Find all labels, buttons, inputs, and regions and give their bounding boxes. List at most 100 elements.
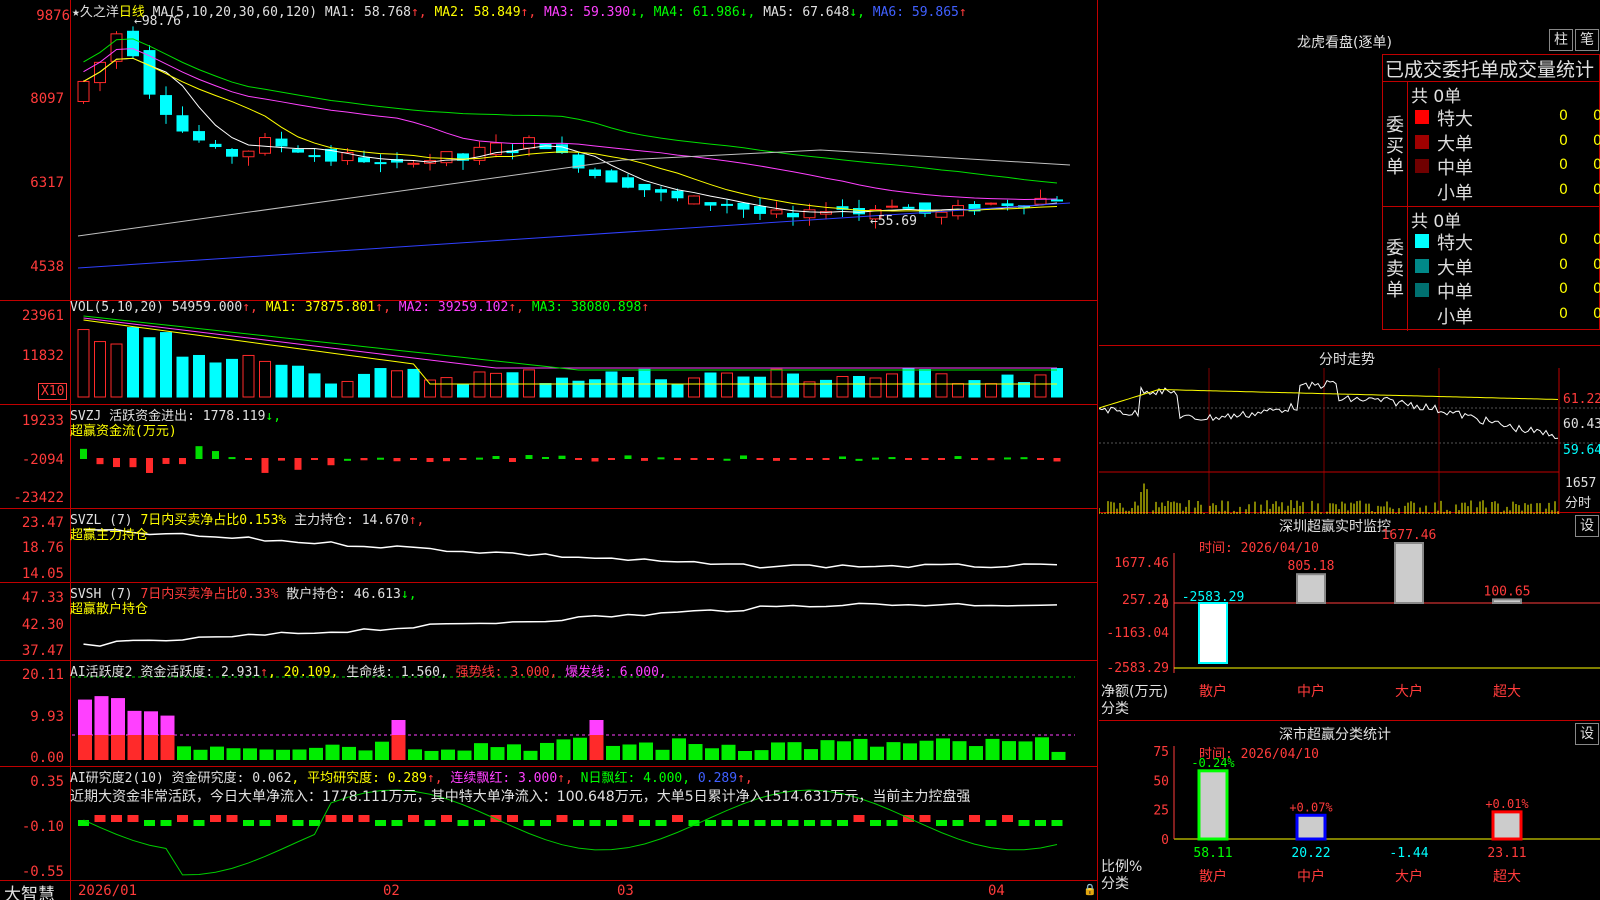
volume-bar [853,375,865,398]
volume-bar [242,354,255,398]
intraday-chart[interactable] [1099,368,1600,514]
sz-class-bar [1197,769,1229,841]
research-bar [292,820,304,826]
vol-ma2: MA2: 39259.102 [398,300,509,315]
sz-monitor-axis-tick: 1677.46 [1114,556,1169,571]
volume-bar [935,373,948,398]
fund-flow-bar [723,458,731,461]
volume-bar [622,377,634,398]
vol-unit-badge[interactable]: X10 [38,383,68,400]
svzj-axis-1: 19233 [21,413,64,429]
volume-bar [490,372,502,398]
volume-bar [440,377,453,398]
vol-header: VOL(5,10,20) 54959.000↑, MA1: 37875.801↑… [70,300,650,315]
low-price-label: ←55.69 [870,214,917,229]
fund-flow-bar [806,458,813,460]
sz-monitor-bar [1492,598,1522,605]
lock-icon[interactable]: 🔒 [1083,883,1097,896]
sell-percent: 0% [1593,281,1600,297]
fund-flow-bar [311,458,318,461]
activity-bar [804,749,818,760]
sz-class-bar [1491,810,1523,841]
volume-bar [655,379,667,398]
volume-bar [721,372,733,398]
bar-mode-button[interactable]: 柱 [1549,29,1573,51]
candle-body [721,203,733,206]
buy-row: 大单 0 0% [1407,130,1600,155]
buy-row: 中单 0 0% [1407,154,1600,179]
sz-monitor-panel: 深圳超赢实时监控 设 时间: 2026/04/10 1677.46 257.21 0… [1099,513,1600,721]
activity-bar [358,750,373,760]
volume-bar [424,379,436,398]
activity-bar [622,744,637,760]
research-bar [1051,820,1063,826]
research-bar [259,820,271,826]
fund-flow-bar [1020,457,1028,460]
volume-bar [308,373,321,398]
ai2-header: AI研究度2(10) 资金研究度: 0.062, 平均研究度: 0.289↑, … [70,771,753,786]
ma3-value: MA3: 59.390 [544,5,631,20]
activity-bar [936,738,950,760]
candle-body [176,115,189,132]
stock-title[interactable]: ★久之洋 [72,5,119,20]
sz-monitor-bar [1394,542,1424,604]
kline-header: ★久之洋日线 MA(5,10,20,30,60,120) MA1: 58.768… [72,5,967,20]
fund-flow-bar [212,451,219,459]
research-bar [441,815,452,822]
ma4-value: MA4: 61.986 [653,5,740,20]
sz-class-xlabel: 分类 [1101,876,1129,892]
sz-class-axis-tick: 25 [1153,804,1169,819]
fund-flow-bar [80,448,87,459]
sz-class-value-label: 23.11 [1487,846,1526,861]
research-bar [738,820,749,826]
volume-bar [127,327,139,398]
fund-flow-bar [410,458,417,460]
intraday-panel[interactable]: 分时走势 61.22 60.43 59.64 1657 分时 [1099,345,1600,514]
fund-flow-bar [426,458,434,462]
svzl-axis-1: 23.47 [21,515,64,531]
research-bar [424,820,436,826]
main-chart-svg[interactable] [0,0,1098,900]
activity-bar-base [127,735,142,760]
volume-bar [688,377,700,398]
activity-bar [259,749,274,760]
lhb-panel: 龙虎看盘(逐单) 柱 笔 已成交委托单成交量统计 委买单 委卖单 共 0单 共 … [1099,0,1600,345]
activity-bar [474,743,488,760]
buy-value: 0 [1559,157,1568,173]
buy-percent: 0% [1593,132,1600,149]
research-bar [705,820,716,826]
volume-bar [341,380,354,398]
volume-bar [1034,374,1047,398]
fund-flow-bar [1004,457,1011,460]
volume-bar [770,368,783,398]
fund-flow-bar [162,458,170,464]
fund-flow-bar [905,458,912,460]
activity-bar [1035,737,1049,760]
activity-bar [837,741,851,760]
activity-bar [457,750,472,760]
lhb-header: 已成交委托单成交量统计 [1385,59,1595,81]
volume-bar [787,373,799,398]
research-bar [820,820,832,826]
ai-burst-line: 爆发线: 6.000, [565,665,667,680]
buy-percent: 0% [1593,108,1600,124]
research-bar [78,820,89,826]
candle-body [935,211,948,218]
svsh-axis-1: 47.33 [21,590,64,606]
candle-body [737,202,750,210]
fund-flow-bar [344,458,351,461]
activity-bar-base [111,735,125,760]
research-bar [919,815,931,822]
volume-bar [952,383,964,398]
volume-bar [226,358,238,398]
candle-body [985,202,997,205]
volume-bar [193,354,205,398]
fund-flow-bar [360,458,368,461]
volume-bar [374,368,387,398]
sz-class-category: 大户 [1395,868,1423,885]
research-bar [523,820,535,826]
pen-mode-button[interactable]: 笔 [1575,29,1599,51]
fund-flow-bar [674,458,681,461]
sz-class-value-label: -1.44 [1389,846,1428,861]
sell-row: 中单 0 0% [1407,278,1600,303]
